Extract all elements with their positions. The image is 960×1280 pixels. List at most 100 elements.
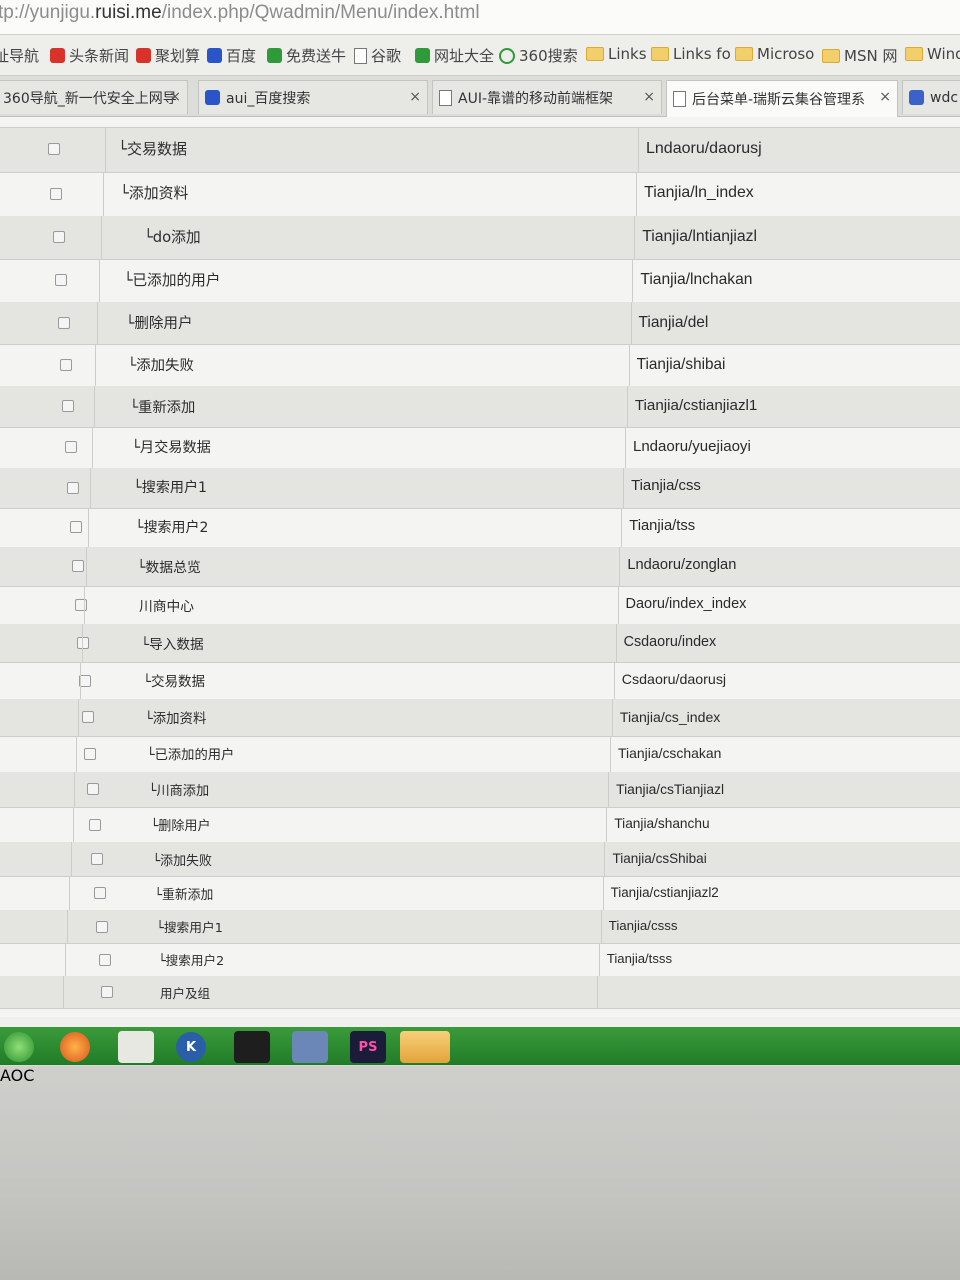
activity-monitor-icon[interactable] — [118, 1031, 154, 1063]
table-row[interactable]: └交易数据 Lndaoru/daorusj — [0, 127, 960, 172]
bookmark-label: MSN 网 — [844, 47, 898, 65]
bookmark-item[interactable]: 百度 — [207, 45, 256, 66]
table-row[interactable]: └删除用户 Tianjia/shanchu — [0, 807, 960, 842]
menu-name: └重新添加 — [154, 887, 214, 903]
row-checkbox[interactable] — [60, 358, 73, 371]
table-row[interactable]: └已添加的用户 Tianjia/lnchakan — [0, 259, 960, 302]
address-bar[interactable]: tp://yunjigu.ruisi.me/index.php/Qwadmin/… — [0, 0, 960, 35]
file-explorer-icon[interactable] — [400, 1031, 450, 1063]
table-row[interactable]: └重新添加 Tianjia/cstianjiazl2 — [0, 876, 960, 910]
table-row[interactable]: └已添加的用户 Tianjia/cschakan — [0, 736, 960, 772]
column-divider — [604, 842, 606, 877]
menu-path: Tianjia/cs_index — [619, 708, 721, 725]
row-checkbox[interactable] — [67, 481, 80, 494]
table-row[interactable]: └搜索用户2 Tianjia/tsss — [0, 943, 960, 976]
table-row[interactable]: 川商中心 Daoru/index_index — [0, 586, 960, 624]
column-divider — [619, 547, 621, 586]
table-row[interactable]: └导入数据 Csdaoru/index — [0, 624, 960, 662]
row-checkbox[interactable] — [48, 143, 60, 156]
row-checkbox[interactable] — [88, 818, 101, 831]
table-row[interactable]: └添加失败 Tianjia/csShibai — [0, 842, 960, 876]
bookmark-item[interactable]: 网址大全 — [415, 45, 494, 66]
bookmark-item[interactable]: Links — [586, 45, 647, 63]
table-row[interactable]: └添加失败 Tianjia/shibai — [0, 344, 960, 386]
row-divider — [0, 1008, 960, 1009]
row-checkbox[interactable] — [62, 400, 75, 413]
close-tab-icon[interactable]: × — [169, 89, 181, 105]
column-divider — [101, 215, 103, 259]
close-tab-icon[interactable]: × — [643, 89, 655, 105]
row-checkbox[interactable] — [84, 747, 97, 760]
close-tab-icon[interactable]: × — [409, 89, 421, 105]
row-checkbox[interactable] — [86, 783, 99, 796]
column-divider — [85, 547, 87, 586]
browser-tab[interactable]: 360导航_新一代安全上网导 × — [0, 80, 188, 114]
browser-tab[interactable]: wdc — [902, 80, 960, 114]
page-icon — [673, 91, 686, 107]
row-checkbox[interactable] — [50, 187, 63, 200]
table-row[interactable]: └搜索用户1 Tianjia/csss — [0, 910, 960, 943]
bookmark-item[interactable]: Windc — [905, 45, 960, 63]
bookmark-item[interactable]: Links fo — [651, 45, 731, 63]
firefox-icon[interactable] — [60, 1032, 90, 1062]
bookmark-item[interactable]: 头条新闻 — [50, 45, 129, 66]
url-text[interactable]: tp://yunjigu.ruisi.me/index.php/Qwadmin/… — [0, 2, 480, 24]
close-tab-icon[interactable]: × — [879, 89, 891, 105]
menu-path: Lndaoru/zonglan — [627, 557, 737, 574]
word-icon — [909, 90, 924, 105]
table-row[interactable]: └添加资料 Tianjia/cs_index — [0, 699, 960, 736]
column-divider — [628, 344, 630, 386]
table-row[interactable]: └数据总览 Lndaoru/zonglan — [0, 547, 960, 586]
bookmark-item[interactable]: 360搜索 — [499, 45, 578, 66]
row-checkbox[interactable] — [93, 887, 106, 900]
bookmark-item[interactable]: MSN 网 — [822, 45, 897, 66]
table-row[interactable]: └川商添加 Tianjia/csTianjiazl — [0, 772, 960, 807]
bookmark-item[interactable]: 免费送牛 — [267, 45, 346, 66]
column-divider — [621, 507, 623, 548]
table-row[interactable]: └添加资料 Tianjia/ln_index — [0, 172, 960, 216]
row-checkbox[interactable] — [98, 953, 111, 966]
terminal-icon[interactable] — [234, 1031, 270, 1063]
row-checkbox[interactable] — [64, 441, 77, 454]
network-icon[interactable] — [292, 1031, 328, 1063]
table-row[interactable]: └搜索用户1 Tianjia/css — [0, 468, 960, 508]
menu-name: └搜索用户2 — [158, 953, 225, 969]
bookmark-label: 头条新闻 — [69, 47, 130, 65]
k-app-icon[interactable]: K — [176, 1032, 206, 1062]
bookmark-item[interactable]: Microso — [735, 45, 814, 63]
menu-path: Tianjia/csTianjiazl — [616, 780, 725, 797]
menu-path: Lndaoru/daorusj — [646, 139, 762, 157]
row-checkbox[interactable] — [69, 521, 82, 534]
site-favicon-icon — [50, 48, 65, 63]
bookmark-item[interactable]: 谷歌 — [354, 45, 401, 66]
column-divider — [84, 585, 85, 625]
bookmark-item[interactable]: 聚划算 — [136, 45, 200, 66]
row-checkbox[interactable] — [72, 560, 85, 573]
row-checkbox[interactable] — [96, 920, 109, 933]
column-divider — [68, 876, 70, 911]
table-row[interactable]: └重新添加 Tianjia/cstianjiazl1 — [0, 386, 960, 427]
row-checkbox[interactable] — [55, 274, 68, 287]
taskbar: K PS — [0, 1027, 960, 1065]
menu-path: Tianjia/csss — [608, 918, 678, 934]
row-checkbox[interactable] — [101, 985, 113, 998]
browser-tab[interactable]: AUI-靠谱的移动前端框架 × — [432, 80, 662, 114]
table-row[interactable]: └月交易数据 Lndaoru/yuejiaoyi — [0, 427, 960, 468]
table-row[interactable]: └交易数据 Csdaoru/daorusj — [0, 662, 960, 699]
bookmark-item[interactable]: 址导航 — [0, 45, 39, 66]
table-row[interactable]: └do添加 Tianjia/lntianjiazl — [0, 216, 960, 259]
row-checkbox[interactable] — [52, 231, 65, 244]
menu-path: Tianjia/tss — [629, 518, 696, 535]
table-row[interactable]: └搜索用户2 Tianjia/tss — [0, 508, 960, 547]
table-row[interactable]: 用户及组 — [0, 976, 960, 1008]
menu-name: └重新添加 — [129, 399, 196, 416]
windows-start-icon[interactable] — [4, 1032, 34, 1062]
menu-path: Tianjia/ln_index — [644, 183, 754, 201]
phpstorm-icon[interactable]: PS — [350, 1031, 386, 1063]
row-checkbox[interactable] — [57, 316, 70, 329]
browser-tab[interactable]: 后台菜单-瑞斯云集谷管理系 × — [666, 80, 898, 117]
table-row[interactable]: └删除用户 Tianjia/del — [0, 302, 960, 344]
browser-tab[interactable]: aui_百度搜索 × — [198, 80, 428, 114]
row-checkbox[interactable] — [91, 853, 104, 866]
row-checkbox[interactable] — [81, 711, 94, 724]
